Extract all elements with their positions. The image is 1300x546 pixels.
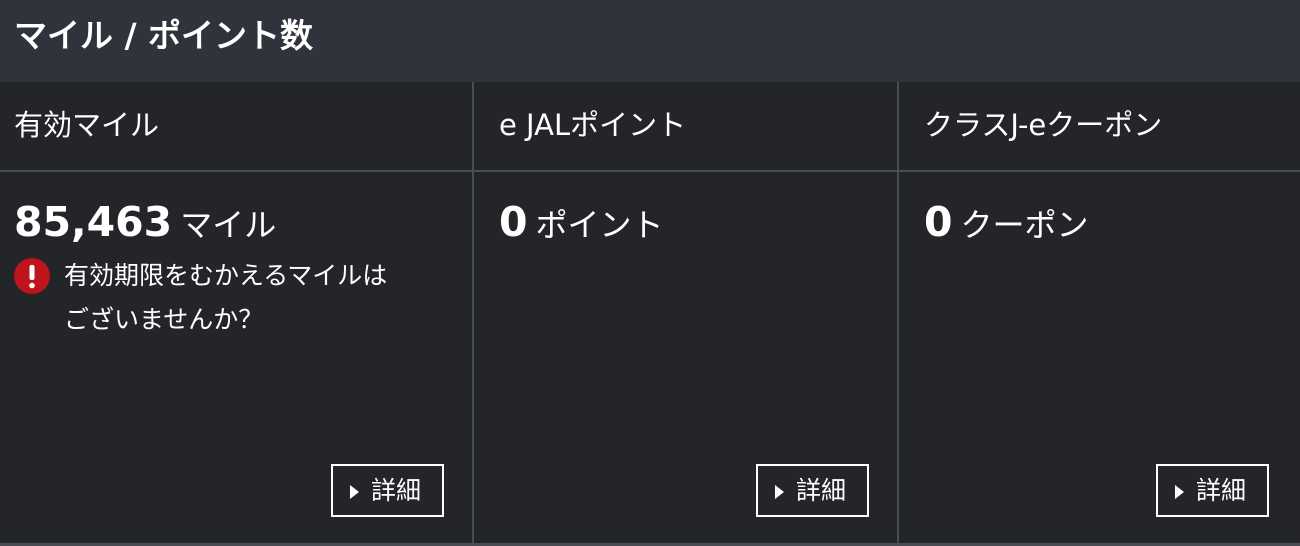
miles-unit: マイル <box>180 206 277 244</box>
miles-detail-button[interactable]: 詳細 <box>331 464 444 517</box>
notice-line-1: 有効期限をむかえるマイルは <box>64 261 388 290</box>
notice-line-2: ございませんか？ <box>64 305 264 334</box>
classj-coupon-heading: クラスJ-eクーポン <box>924 108 1163 142</box>
classj-coupon-column: クラスJ-eクーポン 0 クーポン 詳細 <box>898 82 1300 546</box>
triangle-right-icon <box>1175 485 1184 499</box>
miles-count: 85,463 <box>14 198 173 246</box>
detail-label: 詳細 <box>1196 476 1247 505</box>
triangle-right-icon <box>775 485 784 499</box>
ejal-points-value: 0 ポイント <box>499 197 664 256</box>
valid-miles-value: 85,463 マイル <box>14 197 276 256</box>
points-grid: 有効マイル 85,463 マイル 有効期限をむかえるマイルは ございませんか？ 詳… <box>0 82 1300 546</box>
coupon-detail-button[interactable]: 詳細 <box>1156 464 1269 517</box>
panel-title: マイル / ポイント数 <box>14 16 314 55</box>
triangle-right-icon <box>350 485 359 499</box>
ejal-points-heading: e JALポイント <box>499 108 687 142</box>
points-detail-button[interactable]: 詳細 <box>756 464 869 517</box>
expiry-notice-link[interactable]: 有効期限をむかえるマイルは ございませんか？ <box>64 254 464 342</box>
valid-miles-heading: 有効マイル <box>14 108 160 142</box>
detail-label: 詳細 <box>371 476 422 505</box>
classj-coupon-value: 0 クーポン <box>924 197 1089 256</box>
points-count: 0 <box>499 198 528 246</box>
ejal-points-column: e JALポイント 0 ポイント 詳細 <box>473 82 898 546</box>
valid-miles-column: 有効マイル 85,463 マイル 有効期限をむかえるマイルは ございませんか？ 詳… <box>0 82 473 546</box>
panel-header: マイル / ポイント数 <box>0 0 1300 82</box>
miles-points-panel: マイル / ポイント数 有効マイル 85,463 マイル 有効期限をむかえるマイル… <box>0 0 1300 546</box>
detail-label: 詳細 <box>796 476 847 505</box>
points-unit: ポイント <box>535 206 664 244</box>
coupon-count: 0 <box>924 198 953 246</box>
exclamation-circle-icon <box>14 258 50 294</box>
coupon-unit: クーポン <box>960 206 1089 244</box>
